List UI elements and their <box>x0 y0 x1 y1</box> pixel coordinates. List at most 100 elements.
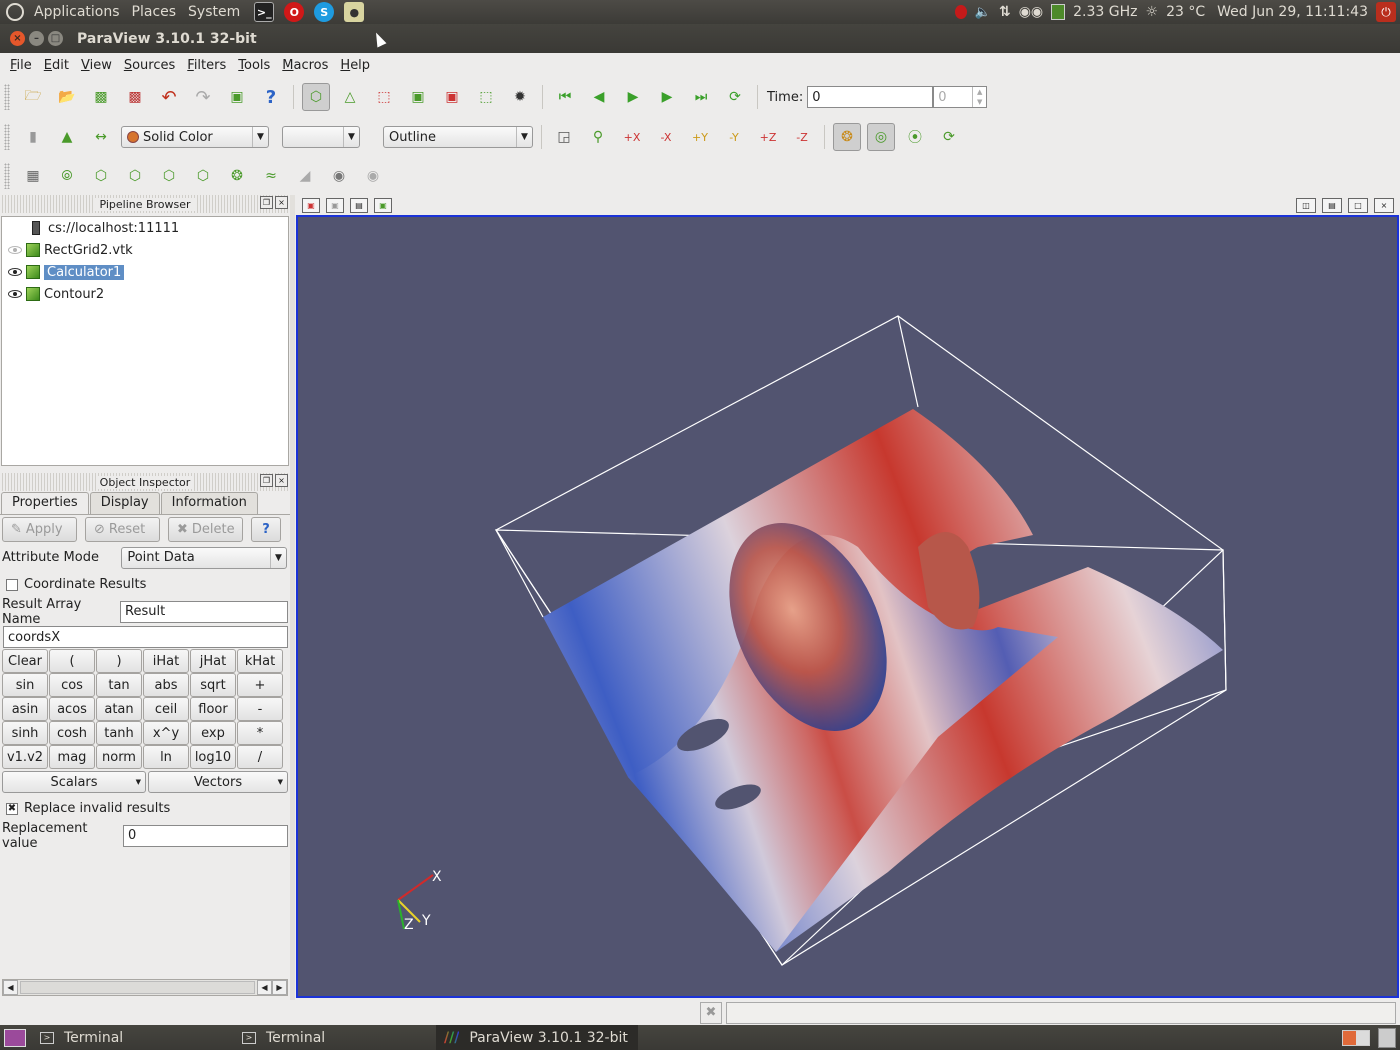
capture-screenshot-icon[interactable]: ▣ <box>302 197 320 213</box>
menu-macros[interactable]: Macros <box>276 58 334 73</box>
calc-key[interactable]: jHat <box>190 649 236 673</box>
calc-key[interactable]: log10 <box>190 745 236 769</box>
calc-key[interactable]: atan <box>96 697 142 721</box>
representation-select[interactable]: Outline ▼ <box>383 126 533 148</box>
camera-link-icon[interactable]: ▣ <box>326 197 344 213</box>
scalars-menu[interactable]: Scalars ▼ <box>2 771 146 793</box>
calc-key[interactable]: cosh <box>49 721 95 745</box>
calc-key[interactable]: sinh <box>2 721 48 745</box>
vectors-menu[interactable]: Vectors ▼ <box>148 771 288 793</box>
delete-button[interactable]: ✖ Delete <box>168 517 243 542</box>
calc-key[interactable]: * <box>237 721 283 745</box>
previous-frame-icon[interactable]: ◀ <box>585 83 613 111</box>
apply-button[interactable]: ✎ Apply <box>2 517 77 542</box>
close-window-button[interactable]: × <box>10 31 25 46</box>
pipeline-item[interactable]: RectGrid2.vtk <box>2 239 288 261</box>
maximize-window-button[interactable]: □ <box>48 31 63 46</box>
toolbar-grip[interactable] <box>4 124 10 150</box>
contour-filter-icon[interactable]: ⦾ <box>53 162 81 190</box>
calc-key[interactable]: x^y <box>143 721 189 745</box>
stream-tracer-filter-icon[interactable]: ≈ <box>257 162 285 190</box>
clear-selection-icon[interactable]: ✹ <box>506 83 534 111</box>
tab-properties[interactable]: Properties <box>1 492 89 514</box>
view-minus-x-icon[interactable]: -X <box>652 123 680 151</box>
render-view[interactable]: X Y Z <box>296 215 1399 998</box>
tab-information[interactable]: Information <box>160 492 258 514</box>
eye-icon[interactable] <box>8 246 22 254</box>
color-by-select[interactable]: Solid Color ▼ <box>121 126 269 148</box>
calc-key[interactable]: kHat <box>237 649 283 673</box>
view-minus-z-icon[interactable]: -Z <box>788 123 816 151</box>
next-frame-icon[interactable]: ▶ <box>653 83 681 111</box>
scroll-left-icon[interactable]: ◀ <box>3 980 18 995</box>
extract-subset-filter-icon[interactable]: ⬡ <box>189 162 217 190</box>
reset-camera-icon[interactable]: ◲ <box>550 123 578 151</box>
view-plus-z-icon[interactable]: +Z <box>754 123 782 151</box>
skype-launcher-icon[interactable]: S <box>314 2 335 22</box>
workspace-switcher-icon[interactable] <box>1342 1029 1370 1046</box>
menu-tools[interactable]: Tools <box>232 58 276 73</box>
connect-server-icon[interactable]: ▩ <box>87 83 115 111</box>
scrollbar-thumb[interactable] <box>20 981 255 994</box>
calc-key[interactable]: ln <box>143 745 189 769</box>
select-surface-cells-icon[interactable]: △ <box>336 83 364 111</box>
toggle-color-legend-icon[interactable]: ▮ <box>19 123 47 151</box>
progress-abort-icon[interactable]: ✖ <box>700 1001 722 1024</box>
result-array-input[interactable]: Result <box>120 600 288 623</box>
calc-key[interactable]: - <box>237 697 283 721</box>
inspector-horizontal-scrollbar[interactable]: ◀ ◀ ▶ <box>2 979 288 996</box>
time-step-spinbox[interactable]: 0 ▲ ▼ <box>933 86 988 108</box>
toolbar-grip[interactable] <box>4 84 10 110</box>
power-icon[interactable]: ⏻ <box>1376 2 1396 22</box>
show-desktop-icon[interactable] <box>4 1028 26 1047</box>
slice-filter-icon[interactable]: ⬡ <box>121 162 149 190</box>
split-vertical-icon[interactable]: ▤ <box>1322 197 1342 213</box>
taskbar-item-paraview[interactable]: /// ParaView 3.10.1 32-bit <box>436 1025 638 1050</box>
zoom-to-data-icon[interactable]: ⚲ <box>584 123 612 151</box>
load-state-icon[interactable]: 📂 <box>53 83 81 111</box>
applications-menu[interactable]: Applications <box>28 4 126 20</box>
float-panel-icon[interactable]: ❐ <box>260 474 273 487</box>
reset-center-icon[interactable]: ◎ <box>867 123 895 151</box>
first-frame-icon[interactable]: ⏮ <box>551 83 579 111</box>
help-button[interactable]: ? <box>251 517 281 542</box>
pipeline-item[interactable]: Calculator1 <box>2 261 288 283</box>
calc-key[interactable]: ( <box>49 649 95 673</box>
open-file-icon[interactable]: 🗁 <box>19 83 47 111</box>
view-type-icon[interactable]: ▣ <box>374 197 392 213</box>
show-center-icon[interactable]: ❂ <box>833 123 861 151</box>
calc-key[interactable]: asin <box>2 697 48 721</box>
calc-key[interactable]: v1.v2 <box>2 745 48 769</box>
menu-sources[interactable]: Sources <box>118 58 181 73</box>
disconnect-server-icon[interactable]: ▩ <box>121 83 149 111</box>
calc-key[interactable]: tanh <box>96 721 142 745</box>
calculator-filter-icon[interactable]: ▦ <box>19 162 47 190</box>
redo-icon[interactable]: ↷ <box>189 83 217 111</box>
trash-icon[interactable] <box>1378 1027 1396 1048</box>
maximize-view-icon[interactable]: □ <box>1348 197 1368 213</box>
help-icon[interactable]: ? <box>257 83 285 111</box>
menu-edit[interactable]: Edit <box>38 58 75 73</box>
calc-key[interactable]: cos <box>49 673 95 697</box>
calc-key[interactable]: acos <box>49 697 95 721</box>
calc-key[interactable]: mag <box>49 745 95 769</box>
float-panel-icon[interactable]: ❐ <box>260 196 273 209</box>
reset-button[interactable]: ⊘ Reset <box>85 517 160 542</box>
terminal-launcher-icon[interactable]: >_ <box>254 2 275 22</box>
select-frustum-points-icon[interactable]: ▣ <box>438 83 466 111</box>
rescale-range-icon[interactable]: ↔ <box>87 123 115 151</box>
pipeline-server-row[interactable]: cs://localhost:11111 <box>2 217 288 239</box>
taskbar-item-terminal[interactable]: > Terminal <box>32 1025 234 1050</box>
spin-arrows-icon[interactable]: ▲ ▼ <box>972 87 986 107</box>
eye-icon[interactable] <box>8 268 22 276</box>
menu-file[interactable]: File <box>4 58 38 73</box>
replace-invalid-checkbox[interactable]: ✖ <box>6 802 18 815</box>
calc-key[interactable]: Clear <box>2 649 48 673</box>
places-menu[interactable]: Places <box>126 4 183 20</box>
last-frame-icon[interactable]: ⏭ <box>687 83 715 111</box>
eye-icon[interactable] <box>8 290 22 298</box>
play-icon[interactable]: ▶ <box>619 83 647 111</box>
panel-splitter[interactable] <box>290 195 295 1000</box>
clip-filter-icon[interactable]: ⬡ <box>87 162 115 190</box>
calc-key[interactable]: sin <box>2 673 48 697</box>
